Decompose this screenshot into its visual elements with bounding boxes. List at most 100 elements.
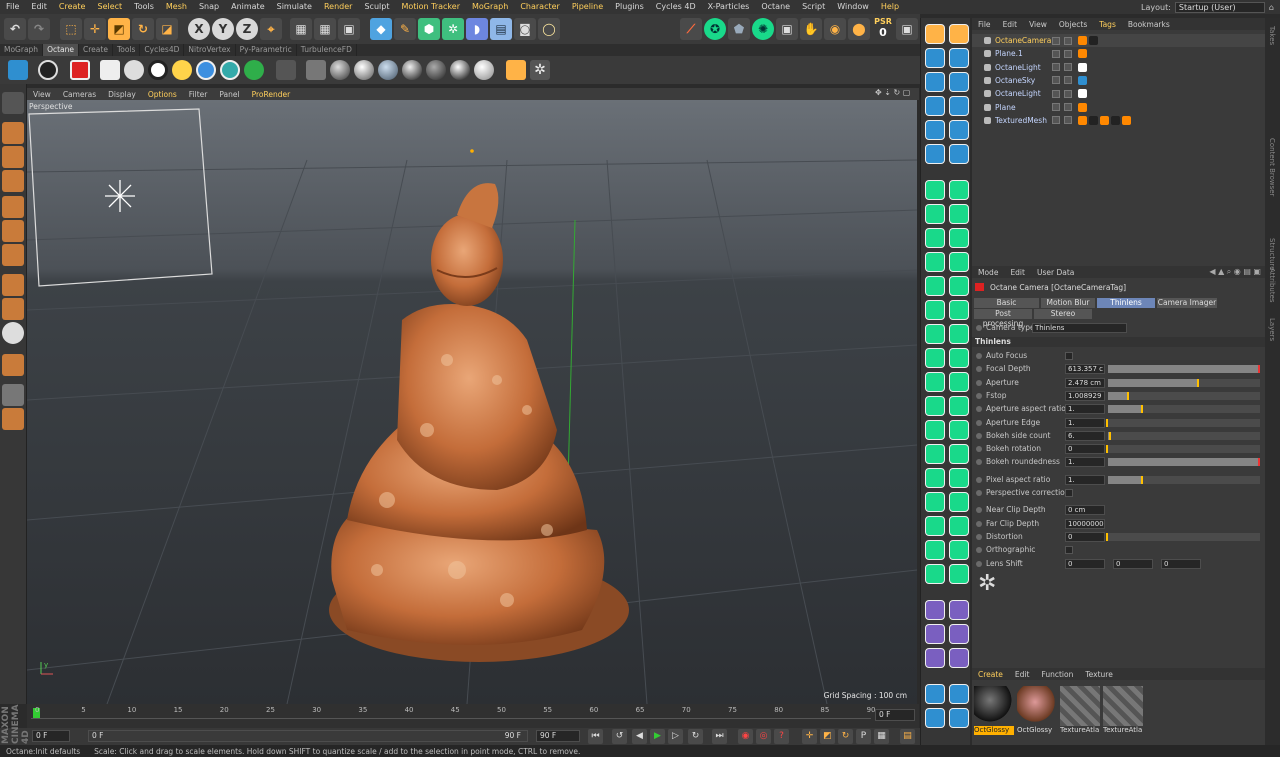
material-menu-function[interactable]: Function [1035,670,1079,679]
material-menu-create[interactable]: Create [972,670,1009,679]
param-keyframe-icon[interactable] [976,432,982,439]
object-tag-icon[interactable] [1100,115,1109,125]
cube-icon[interactable]: ◆ [370,18,392,40]
menu-plugins[interactable]: Plugins [609,0,650,14]
menu-tools[interactable]: Tools [128,0,160,14]
param-slider-handle[interactable] [1140,475,1143,484]
object-menu-objects[interactable]: Objects [1053,20,1093,29]
param-slider[interactable] [1106,418,1260,427]
visibility-toggle[interactable] [1052,49,1060,58]
render-view-icon[interactable]: ▦ [290,18,312,40]
octane-tool-icon[interactable] [949,348,969,368]
edges-mode-icon[interactable] [2,220,24,242]
param-value-field[interactable]: 1. [1065,474,1105,485]
layout-selector[interactable]: Layout: Startup (User) ⌂ [1141,0,1280,14]
octane-sky-icon[interactable] [196,60,216,80]
layout-home-icon[interactable]: ⌂ [1269,3,1274,12]
octane-live-viewer-icon[interactable] [8,60,28,80]
light-icon[interactable]: ◯ [538,18,560,40]
attr-tab-basic[interactable]: Basic [974,298,1039,308]
solo-off-icon[interactable] [2,408,24,430]
object-tag-icon[interactable] [1078,75,1087,85]
octane-vdb-icon[interactable] [276,60,296,80]
material-swatch-textureatla[interactable] [1060,686,1100,726]
visibility-toggle[interactable] [1052,89,1060,98]
param-value-field[interactable]: 1. [1065,457,1105,468]
param-keyframe-icon[interactable] [976,379,982,386]
menu-animate[interactable]: Animate [225,0,271,14]
param-checkbox[interactable] [1065,489,1073,497]
render-picture-viewer-icon[interactable]: ▦ [314,18,336,40]
record-active-icon[interactable]: ◉ [738,729,753,744]
viewport-nav-icons[interactable]: ✥ ⇣ ↻ ▢ [875,88,910,97]
visibility-toggle[interactable] [1052,116,1060,125]
rotate-icon[interactable]: ↻ [132,18,154,40]
visibility-toggle[interactable] [1052,63,1060,72]
frame-range-slider[interactable]: 0 F 90 F [88,730,528,742]
menu-mesh[interactable]: Mesh [160,0,193,14]
param-slider[interactable] [1108,431,1260,440]
octane-tool-icon[interactable] [949,228,969,248]
material-menu-edit[interactable]: Edit [1009,670,1036,679]
key-scale-icon[interactable]: ◩ [820,729,835,744]
octane-record-icon[interactable] [70,60,90,80]
menu-snap[interactable]: Snap [193,0,225,14]
max-frame-field[interactable]: 90 F [536,730,580,742]
enable-toggle[interactable] [1064,89,1072,98]
tab-turbulencefd[interactable]: TurbulenceFD [297,44,357,56]
param-slider[interactable] [1108,405,1260,414]
solo-view-icon[interactable] [2,384,24,406]
model-mode-icon[interactable] [2,122,24,144]
param-keyframe-icon[interactable] [976,366,982,373]
previous-key-icon[interactable]: ↺ [612,729,627,744]
menu-script[interactable]: Script [796,0,831,14]
octane-tool-icon[interactable] [925,564,945,584]
attribute-menu-mode[interactable]: Mode [972,268,1004,277]
octane-tool-icon[interactable] [925,48,945,68]
next-key-icon[interactable]: ↻ [688,729,703,744]
keyframe-selection-icon[interactable]: ? [774,729,789,744]
octane-glossy-material-icon[interactable] [354,60,374,80]
key-pla-icon[interactable]: ▦ [874,729,889,744]
object-row-plane[interactable]: Plane [972,101,1265,114]
param-keyframe-icon[interactable] [976,490,982,496]
material-swatch-octglossy[interactable] [1017,686,1057,726]
material-swatch-textureatla[interactable] [1103,686,1143,726]
next-frame-icon[interactable]: ▷ [668,729,683,744]
param-slider-handle[interactable] [1140,405,1143,414]
object-tag-icon[interactable] [1078,62,1087,72]
param-checkbox[interactable] [1065,352,1073,360]
param-keyframe-icon[interactable] [976,406,982,413]
object-tag-icon[interactable] [1089,36,1098,45]
octane-tool-icon[interactable] [925,396,945,416]
param-keyframe-icon[interactable] [976,459,982,466]
octane-tool-icon[interactable] [949,540,969,560]
param-value-field[interactable]: 1.008929 [1065,390,1105,401]
subdivision-icon[interactable]: ⬢ [418,18,440,40]
param-value-field[interactable]: 0 [1065,558,1105,569]
octane-tool-icon[interactable] [925,468,945,488]
texture-icon[interactable]: ⬤ [848,18,870,40]
param-slider-handle[interactable] [1109,431,1112,440]
axis-mode-icon[interactable] [2,274,24,296]
make-editable-icon[interactable] [2,92,24,114]
perspective-viewport[interactable]: y Perspective Grid Spacing : 100 cm [27,100,917,704]
menu-octane[interactable]: Octane [755,0,796,14]
attribute-menu-user-data[interactable]: User Data [1031,268,1080,277]
menu-window[interactable]: Window [831,0,875,14]
menu-motion-tracker[interactable]: Motion Tracker [395,0,466,14]
key-position-icon[interactable]: ✛ [802,729,817,744]
octane-tool-icon[interactable] [949,96,969,116]
attr-tab-post-processing[interactable]: Post processing [974,309,1032,328]
recent-tool-icon[interactable]: ◪ [156,18,178,40]
param-keyframe-icon[interactable] [976,547,982,554]
tab-tools[interactable]: Tools [113,44,141,56]
go-to-start-icon[interactable]: ⏮ [588,729,603,744]
z-axis-icon[interactable]: Z [236,18,258,40]
live-selection-icon[interactable]: ⬚ [60,18,82,40]
octane-tool-icon[interactable] [949,624,969,644]
object-menu-file[interactable]: File [972,20,997,29]
param-value-field[interactable]: 2.478 cm [1065,377,1105,388]
side-tab-attributes[interactable]: Attributes [1268,268,1276,303]
object-menu-tags[interactable]: Tags [1093,20,1122,29]
